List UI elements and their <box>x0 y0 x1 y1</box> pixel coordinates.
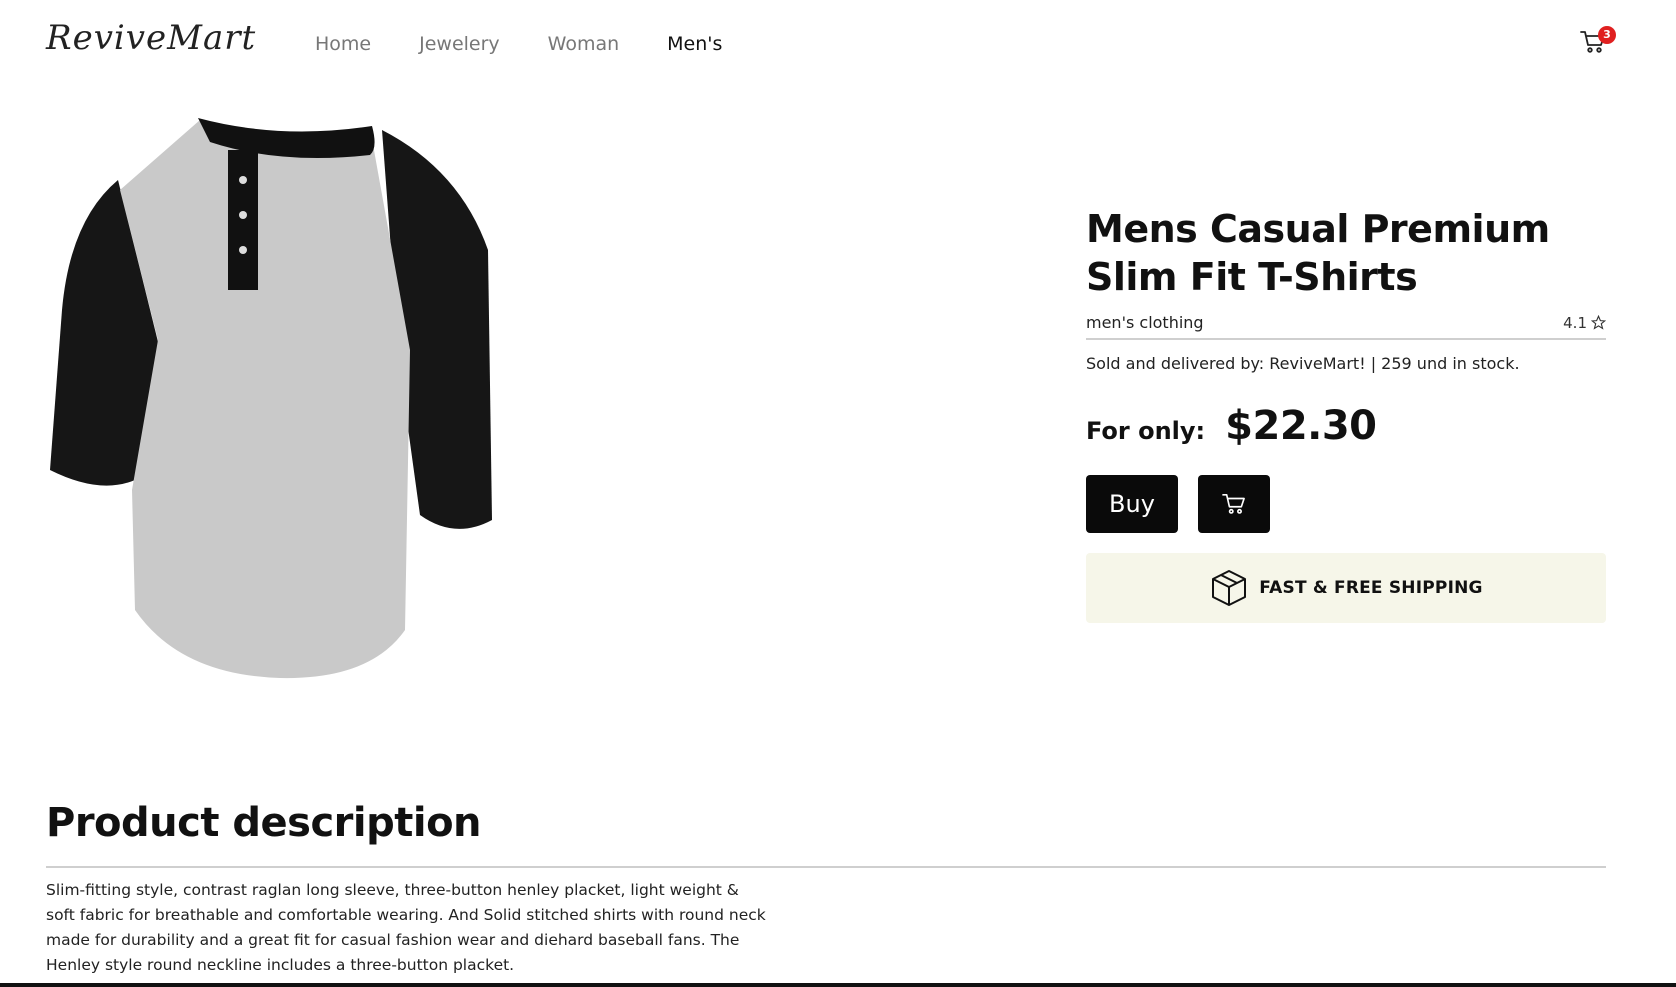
category-row: men's clothing 4.1 <box>1086 313 1606 340</box>
buy-button[interactable]: Buy <box>1086 475 1178 533</box>
product-rating: 4.1 <box>1563 314 1606 332</box>
nav-item-home[interactable]: Home <box>315 33 371 55</box>
divider <box>46 866 1606 868</box>
nav-item-mens[interactable]: Men's <box>667 33 722 55</box>
description-heading: Product description <box>46 800 482 846</box>
add-to-cart-button[interactable] <box>1198 475 1270 533</box>
cart-badge: 3 <box>1598 26 1616 44</box>
star-icon <box>1591 315 1606 330</box>
price-label: For only: <box>1086 417 1206 445</box>
seller-info: Sold and delivered by: ReviveMart! | 259… <box>1086 354 1520 373</box>
nav-item-woman[interactable]: Woman <box>548 33 620 55</box>
product-title: Mens Casual Premium Slim Fit T-Shirts <box>1086 207 1550 299</box>
product-price: $22.30 <box>1225 403 1377 449</box>
product-image <box>40 110 510 720</box>
main-nav: Home Jewelery Woman Men's <box>315 33 770 55</box>
shipping-banner: FAST & FREE SHIPPING <box>1086 553 1606 623</box>
rating-value: 4.1 <box>1563 313 1587 332</box>
product-category: men's clothing <box>1086 313 1204 332</box>
box-icon <box>1212 570 1247 606</box>
product-details: Mens Casual Premium Slim Fit T-Shirts me… <box>1086 205 1606 623</box>
cart-icon <box>1222 494 1245 514</box>
shipping-label: FAST & FREE SHIPPING <box>1259 578 1483 598</box>
description-text: Slim-fitting style, contrast raglan long… <box>46 881 766 974</box>
cart-button[interactable]: 3 <box>1580 26 1616 58</box>
nav-item-jewelery[interactable]: Jewelery <box>419 33 500 55</box>
brand-logo[interactable]: ReviveMart <box>46 18 256 58</box>
product-actions: Buy <box>1086 475 1606 533</box>
price-row: For only: $22.30 <box>1086 403 1606 449</box>
bottom-border <box>0 983 1676 987</box>
